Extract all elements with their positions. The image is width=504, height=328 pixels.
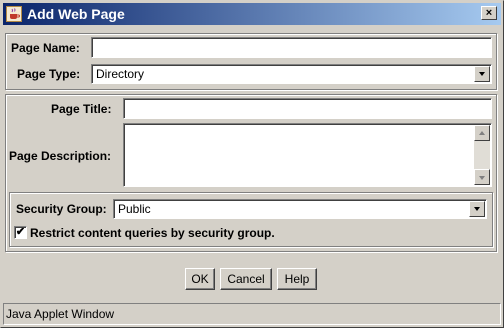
page-type-select[interactable]: Directory: [91, 64, 492, 84]
status-bar: Java Applet Window: [3, 303, 501, 325]
cancel-button[interactable]: Cancel: [220, 268, 272, 290]
help-button[interactable]: Help: [277, 268, 317, 290]
restrict-queries-label[interactable]: Restrict content queries by security gro…: [30, 226, 275, 240]
security-group-dropdown-button[interactable]: [469, 201, 485, 217]
chevron-down-icon: [474, 207, 480, 211]
close-icon: ×: [485, 7, 493, 19]
security-group-select[interactable]: Public: [113, 199, 487, 219]
java-cup-icon: [6, 6, 22, 22]
chevron-down-icon: [479, 72, 485, 76]
restrict-queries-checkbox[interactable]: ✔: [14, 226, 27, 239]
page-type-value: Directory: [96, 67, 145, 81]
close-button[interactable]: ×: [481, 6, 497, 20]
scroll-down-button[interactable]: [474, 169, 490, 185]
ok-button[interactable]: OK: [185, 268, 215, 290]
scroll-up-button[interactable]: [474, 125, 490, 141]
page-description-textarea[interactable]: [125, 125, 473, 185]
dialog-window: Add Web Page × Page Name: Page Type: Dir…: [0, 0, 504, 328]
page-title-input[interactable]: [123, 98, 492, 119]
page-description-label: Page Description:: [9, 149, 112, 163]
arrow-up-icon: [479, 131, 485, 135]
page-name-input[interactable]: [91, 37, 492, 58]
page-title-label: Page Title:: [51, 102, 112, 116]
window-title: Add Web Page: [27, 6, 125, 22]
page-description-box: [123, 123, 492, 187]
title-bar[interactable]: Add Web Page ×: [3, 3, 501, 25]
page-type-dropdown-button[interactable]: [474, 66, 490, 82]
page-name-label: Page Name:: [11, 41, 80, 55]
arrow-down-icon: [479, 176, 485, 180]
security-group-value: Public: [118, 202, 151, 216]
checkmark-icon: ✔: [15, 226, 26, 238]
page-type-label: Page Type:: [17, 67, 81, 81]
security-group-label: Security Group:: [16, 202, 107, 216]
